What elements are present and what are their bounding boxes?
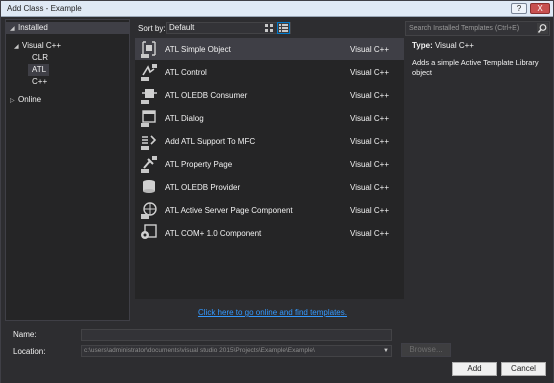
type-label: Type:: [412, 41, 433, 50]
collapsed-arrow-icon: ▷: [10, 98, 15, 104]
tree-item-installed[interactable]: ◢ Installed: [6, 22, 129, 34]
template-name: ATL Simple Object: [165, 45, 231, 54]
template-details: Type: Visual C++ Adds a simple Active Te…: [412, 41, 550, 78]
template-name: Add ATL Support To MFC: [165, 137, 256, 146]
search-button[interactable]: [537, 23, 548, 34]
template-name: ATL Dialog: [165, 114, 204, 123]
list-item[interactable]: ATL OLEDB Provider Visual C++: [135, 176, 404, 198]
list-item[interactable]: ATL Active Server Page Component Visual …: [135, 199, 404, 221]
title-bar: Add Class - Example ? X: [1, 1, 553, 17]
location-label: Location:: [13, 347, 46, 356]
atl-oledb-provider-icon: [143, 180, 155, 193]
list-item[interactable]: ATL Property Page Visual C++: [135, 153, 404, 175]
help-button[interactable]: ?: [511, 3, 527, 14]
atl-dialog-icon: [141, 110, 156, 127]
atl-property-page-icon: [141, 156, 157, 173]
list-item[interactable]: ATL OLEDB Consumer Visual C++: [135, 84, 404, 106]
template-name: ATL OLEDB Consumer: [165, 91, 248, 100]
chevron-down-icon: ▼: [383, 348, 389, 354]
template-category-tree: ◢ Installed ◢ Visual C++ CLR ATL C++ ▷ Onli…: [5, 19, 130, 321]
atl-oledb-consumer-icon: [141, 89, 157, 104]
name-label: Name:: [13, 330, 37, 339]
search-placeholder: Search Installed Templates (Ctrl+E): [409, 25, 520, 32]
template-list: ATL Simple Object Visual C++ ATL Control…: [135, 38, 404, 299]
list-item[interactable]: ATL COM+ 1.0 Component Visual C++: [135, 222, 404, 244]
sort-value: Default: [169, 23, 195, 32]
tree-item-cpp[interactable]: C++: [6, 76, 47, 88]
sort-label: Sort by:: [138, 24, 166, 33]
list-view-button[interactable]: [277, 22, 290, 34]
cancel-button[interactable]: Cancel: [501, 362, 546, 376]
name-field[interactable]: [81, 329, 392, 341]
template-language: Visual C++: [350, 160, 389, 169]
list-icon: [279, 24, 288, 32]
location-value: c:\users\administrator\documents\visual …: [84, 347, 315, 354]
template-name: ATL COM+ 1.0 Component: [165, 229, 262, 238]
atl-support-mfc-icon: [141, 135, 157, 150]
list-item[interactable]: ATL Simple Object Visual C++: [135, 38, 404, 60]
tree-item-online[interactable]: ▷ Online: [6, 94, 41, 106]
atl-asp-component-icon: [141, 202, 157, 219]
bottom-form: Name: Location: c:\users\administrator\d…: [1, 324, 553, 383]
template-language: Visual C++: [350, 91, 389, 100]
list-item[interactable]: ATL Control Visual C++: [135, 61, 404, 83]
template-type: Type: Visual C++: [412, 41, 550, 50]
atl-control-icon: [141, 64, 157, 81]
template-language: Visual C++: [350, 183, 389, 192]
template-language: Visual C++: [350, 206, 389, 215]
tree-item-clr[interactable]: CLR: [6, 52, 48, 64]
location-field[interactable]: c:\users\administrator\documents\visual …: [81, 345, 392, 357]
expanded-arrow-icon: ◢: [10, 26, 15, 32]
atl-simple-object-icon: [141, 41, 156, 58]
template-name: ATL Active Server Page Component: [165, 206, 293, 215]
small-icons-view-button[interactable]: [263, 22, 276, 34]
online-templates-link[interactable]: Click here to go online and find templat…: [198, 308, 347, 317]
template-toolbar: Sort by: Default ▼: [134, 19, 402, 37]
template-language: Visual C++: [350, 45, 389, 54]
list-item[interactable]: ATL Dialog Visual C++: [135, 107, 404, 129]
tree-item-atl[interactable]: ATL: [28, 64, 50, 76]
search-icon: [537, 24, 547, 33]
list-item[interactable]: Add ATL Support To MFC Visual C++: [135, 130, 404, 152]
grid-icon: [265, 24, 273, 32]
atl-com-component-icon: [141, 224, 157, 239]
template-name: ATL Property Page: [165, 160, 233, 169]
tree-item-label: C++: [32, 77, 48, 86]
tree-item-label: Online: [18, 95, 42, 104]
window-title: Add Class - Example: [7, 4, 82, 13]
close-button[interactable]: X: [530, 3, 550, 14]
add-class-dialog: Add Class - Example ? X ◢ Installed ◢ Visu…: [0, 0, 554, 383]
add-button[interactable]: Add: [452, 362, 497, 376]
tree-item-visual-cpp[interactable]: ◢ Visual C++: [6, 40, 61, 52]
template-name: ATL Control: [165, 68, 207, 77]
browse-button[interactable]: Browse...: [401, 343, 451, 357]
template-language: Visual C++: [350, 68, 389, 77]
tree-item-label: Visual C++: [22, 41, 61, 50]
template-language: Visual C++: [350, 229, 389, 238]
search-input[interactable]: Search Installed Templates (Ctrl+E): [405, 21, 550, 36]
type-value: Visual C++: [434, 41, 474, 50]
template-description: Adds a simple Active Template Library ob…: [412, 58, 539, 77]
template-language: Visual C++: [350, 114, 389, 123]
template-language: Visual C++: [350, 137, 389, 146]
tree-item-label: Installed: [18, 23, 48, 32]
template-name: ATL OLEDB Provider: [165, 183, 241, 192]
tree-item-label: CLR: [32, 53, 49, 62]
tree-item-label: ATL: [32, 65, 47, 74]
